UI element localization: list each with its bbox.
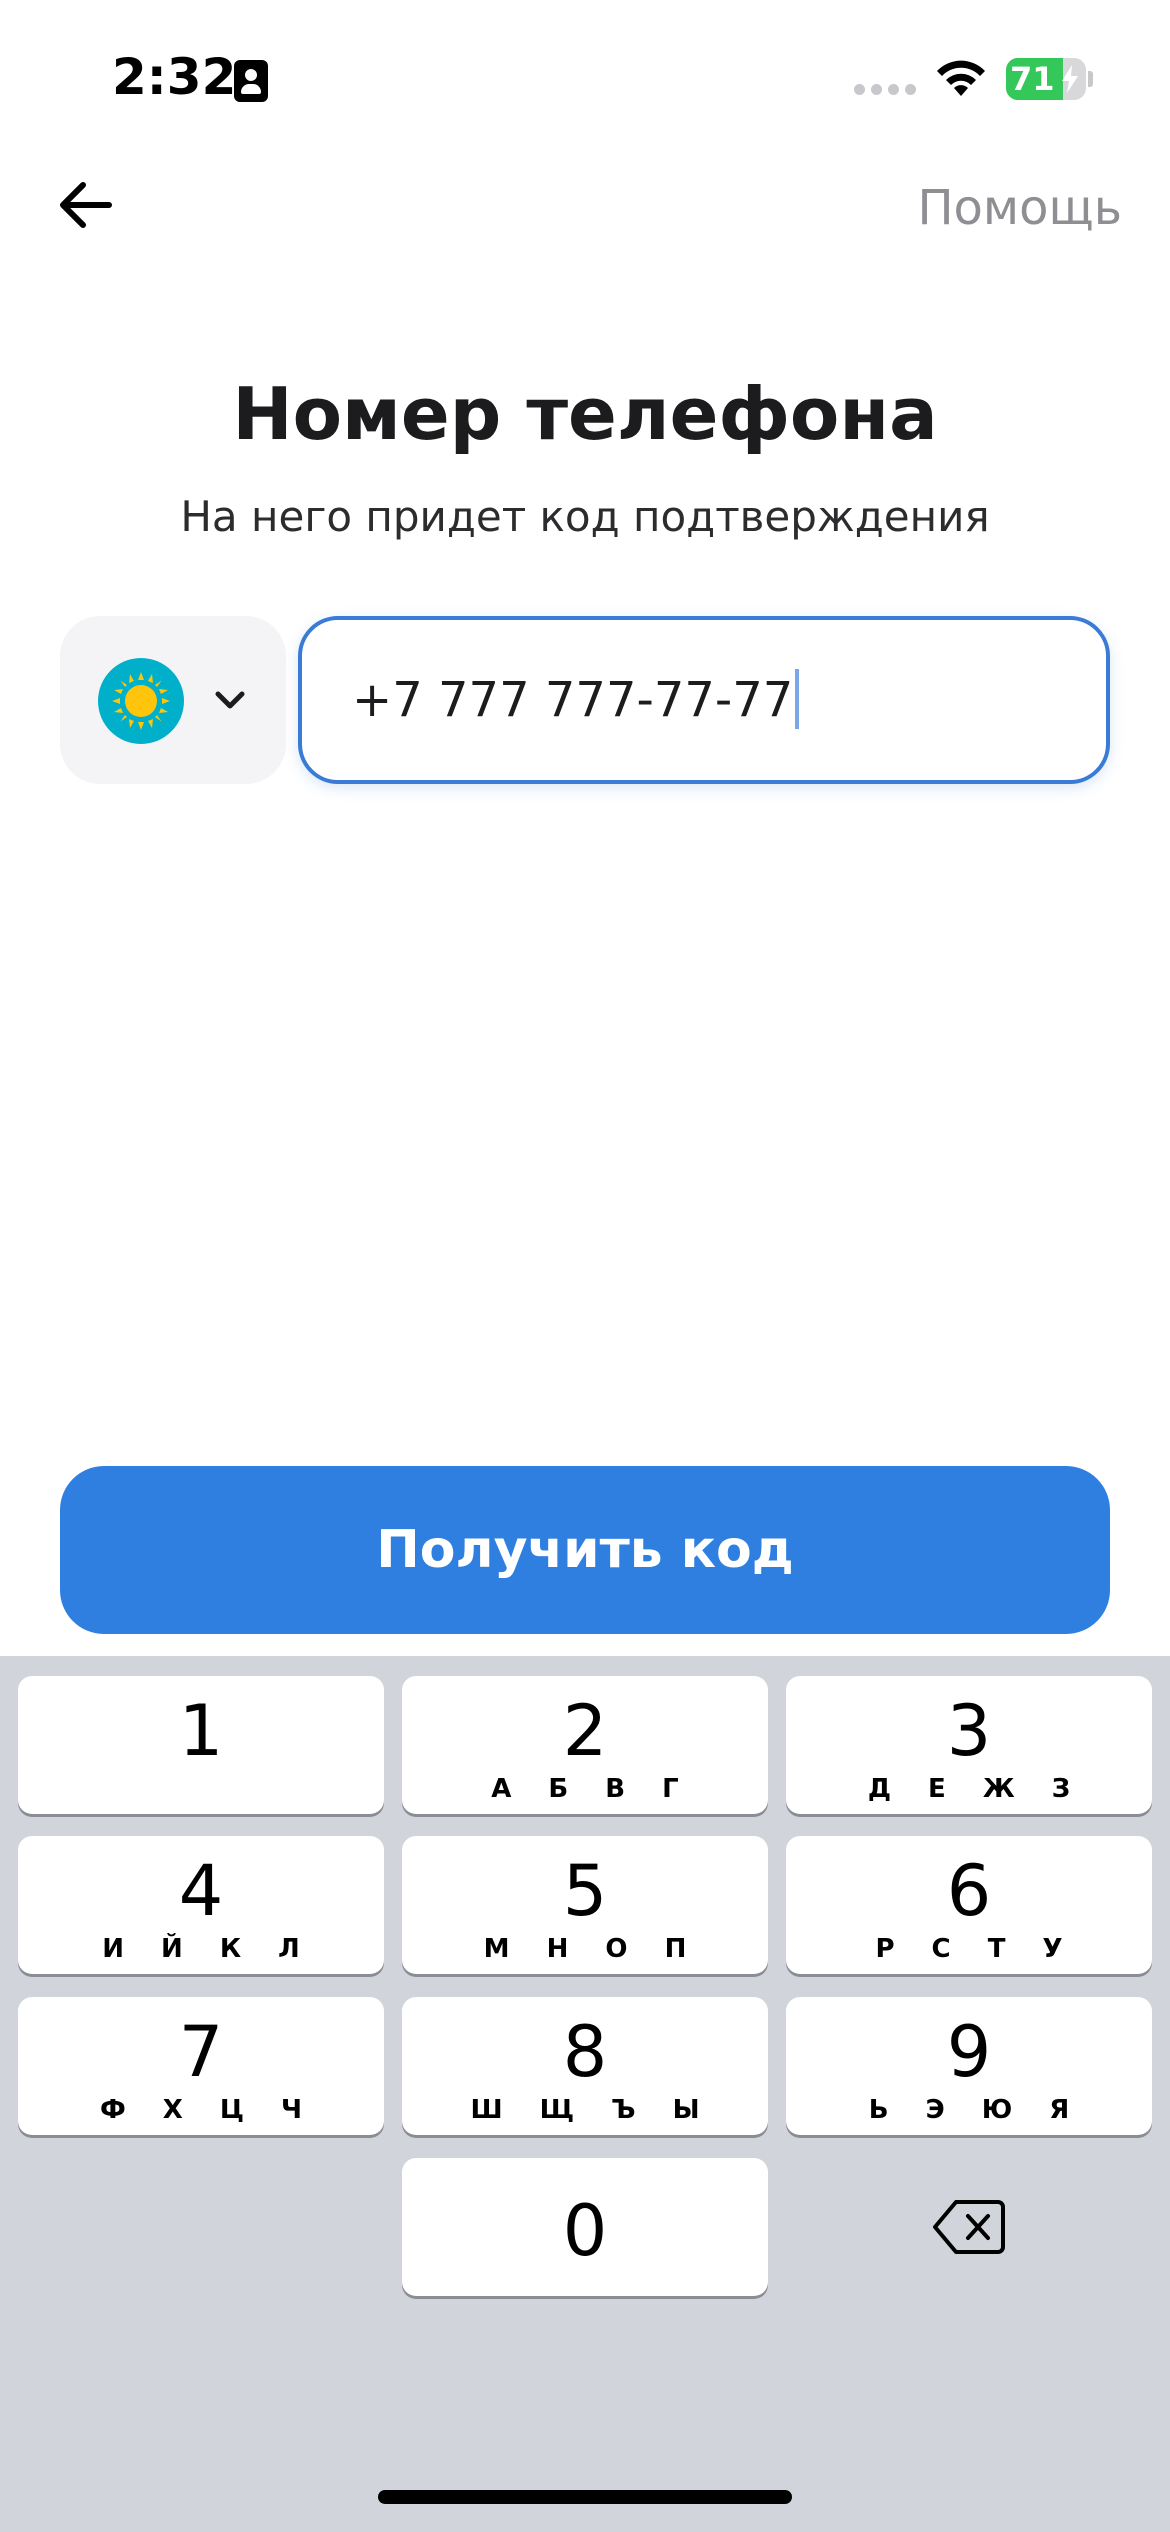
- help-link[interactable]: Помощь: [917, 180, 1122, 236]
- kazakhstan-flag-icon: [98, 658, 184, 744]
- get-code-button[interactable]: Получить код: [60, 1466, 1110, 1634]
- backspace-icon: [933, 2200, 1005, 2254]
- keypad-key-3[interactable]: 3 Д Е Ж З: [786, 1676, 1152, 1814]
- keypad-key-5[interactable]: 5 М Н О П: [402, 1836, 768, 1974]
- page-title: Номер телефона: [232, 372, 938, 456]
- delete-button[interactable]: [786, 2158, 1152, 2296]
- text-caret: [795, 669, 800, 729]
- keypad-key-1[interactable]: 1: [18, 1676, 384, 1814]
- keypad-key-0[interactable]: 0: [402, 2158, 768, 2296]
- arrow-left-icon: [60, 182, 112, 228]
- country-code-selector[interactable]: [60, 616, 286, 784]
- home-indicator[interactable]: [378, 2490, 792, 2504]
- keypad-key-2[interactable]: 2 А Б В Г: [402, 1676, 768, 1814]
- contact-badge-icon: [234, 60, 268, 102]
- phone-number-input[interactable]: +7 777 777-77-77: [298, 616, 1110, 784]
- signal-dots-icon: [854, 84, 916, 96]
- get-code-button-label: Получить код: [376, 1520, 794, 1580]
- back-button[interactable]: [50, 170, 120, 240]
- keypad-key-8[interactable]: 8 Ш Щ Ъ Ы: [402, 1997, 768, 2135]
- page-subtitle: На него придет код подтверждения: [180, 492, 990, 541]
- status-bar: 2:32 71: [0, 0, 1170, 150]
- keypad-key-9[interactable]: 9 Ь Э Ю Я: [786, 1997, 1152, 2135]
- keypad-key-6[interactable]: 6 Р С Т У: [786, 1836, 1152, 1974]
- battery-icon: 71: [1006, 58, 1093, 100]
- keypad-key-7[interactable]: 7 Ф Х Ц Ч: [18, 1997, 384, 2135]
- phone-number-value: +7 777 777-77-77: [352, 669, 800, 729]
- battery-level: 71: [1010, 60, 1055, 98]
- wifi-icon: [937, 60, 985, 96]
- chevron-down-icon: [215, 691, 245, 709]
- keypad-key-4[interactable]: 4 И Й К Л: [18, 1836, 384, 1974]
- status-time: 2:32: [112, 48, 237, 106]
